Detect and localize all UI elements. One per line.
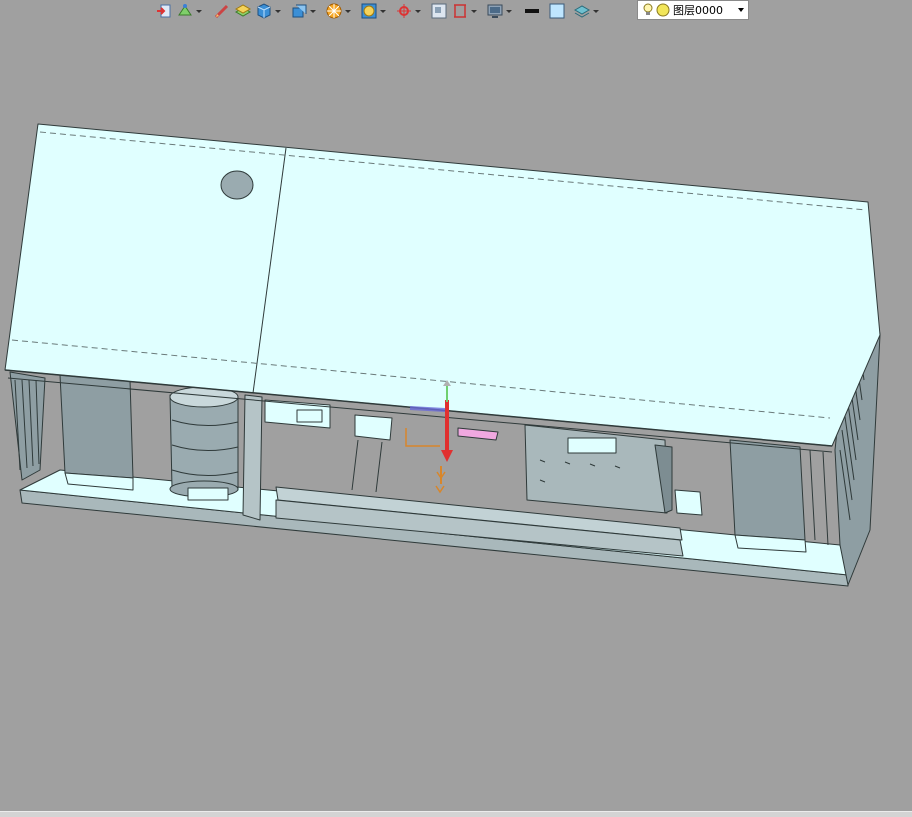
filled-square-icon[interactable] bbox=[548, 1, 566, 21]
right-block bbox=[729, 439, 806, 541]
top-lid bbox=[4, 123, 881, 447]
sketch-icon[interactable] bbox=[213, 1, 231, 21]
left-block bbox=[59, 374, 134, 479]
layer-stack-icon[interactable] bbox=[573, 1, 599, 21]
point-constraint-icon[interactable] bbox=[395, 1, 421, 21]
lid-hole bbox=[220, 170, 254, 200]
layer-box-icon[interactable] bbox=[234, 1, 252, 21]
ring-icon[interactable] bbox=[360, 1, 386, 21]
frame-view-icon[interactable] bbox=[451, 1, 477, 21]
wheel-pattern-icon[interactable] bbox=[325, 1, 351, 21]
solid-box-icon[interactable] bbox=[255, 1, 281, 21]
pink-part bbox=[457, 427, 499, 441]
axis-insert-icon[interactable] bbox=[176, 1, 202, 21]
status-bar bbox=[0, 811, 912, 817]
chevron-down-icon[interactable] bbox=[738, 8, 744, 12]
grid-view-icon[interactable] bbox=[430, 1, 448, 21]
layer-name: 图层0000 bbox=[673, 4, 723, 17]
layer-color-icon bbox=[656, 3, 670, 17]
black-line-icon[interactable] bbox=[523, 1, 541, 21]
divider-wall bbox=[242, 394, 263, 521]
3d-viewport[interactable] bbox=[0, 22, 912, 810]
lightbulb-icon bbox=[643, 3, 653, 15]
monitor-view-icon[interactable] bbox=[486, 1, 512, 21]
bracket bbox=[354, 414, 393, 441]
import-icon[interactable] bbox=[155, 1, 173, 21]
cad-model bbox=[4, 123, 881, 587]
layer-selector[interactable]: 图层0000 bbox=[637, 0, 749, 20]
extrude-icon[interactable] bbox=[290, 1, 316, 21]
